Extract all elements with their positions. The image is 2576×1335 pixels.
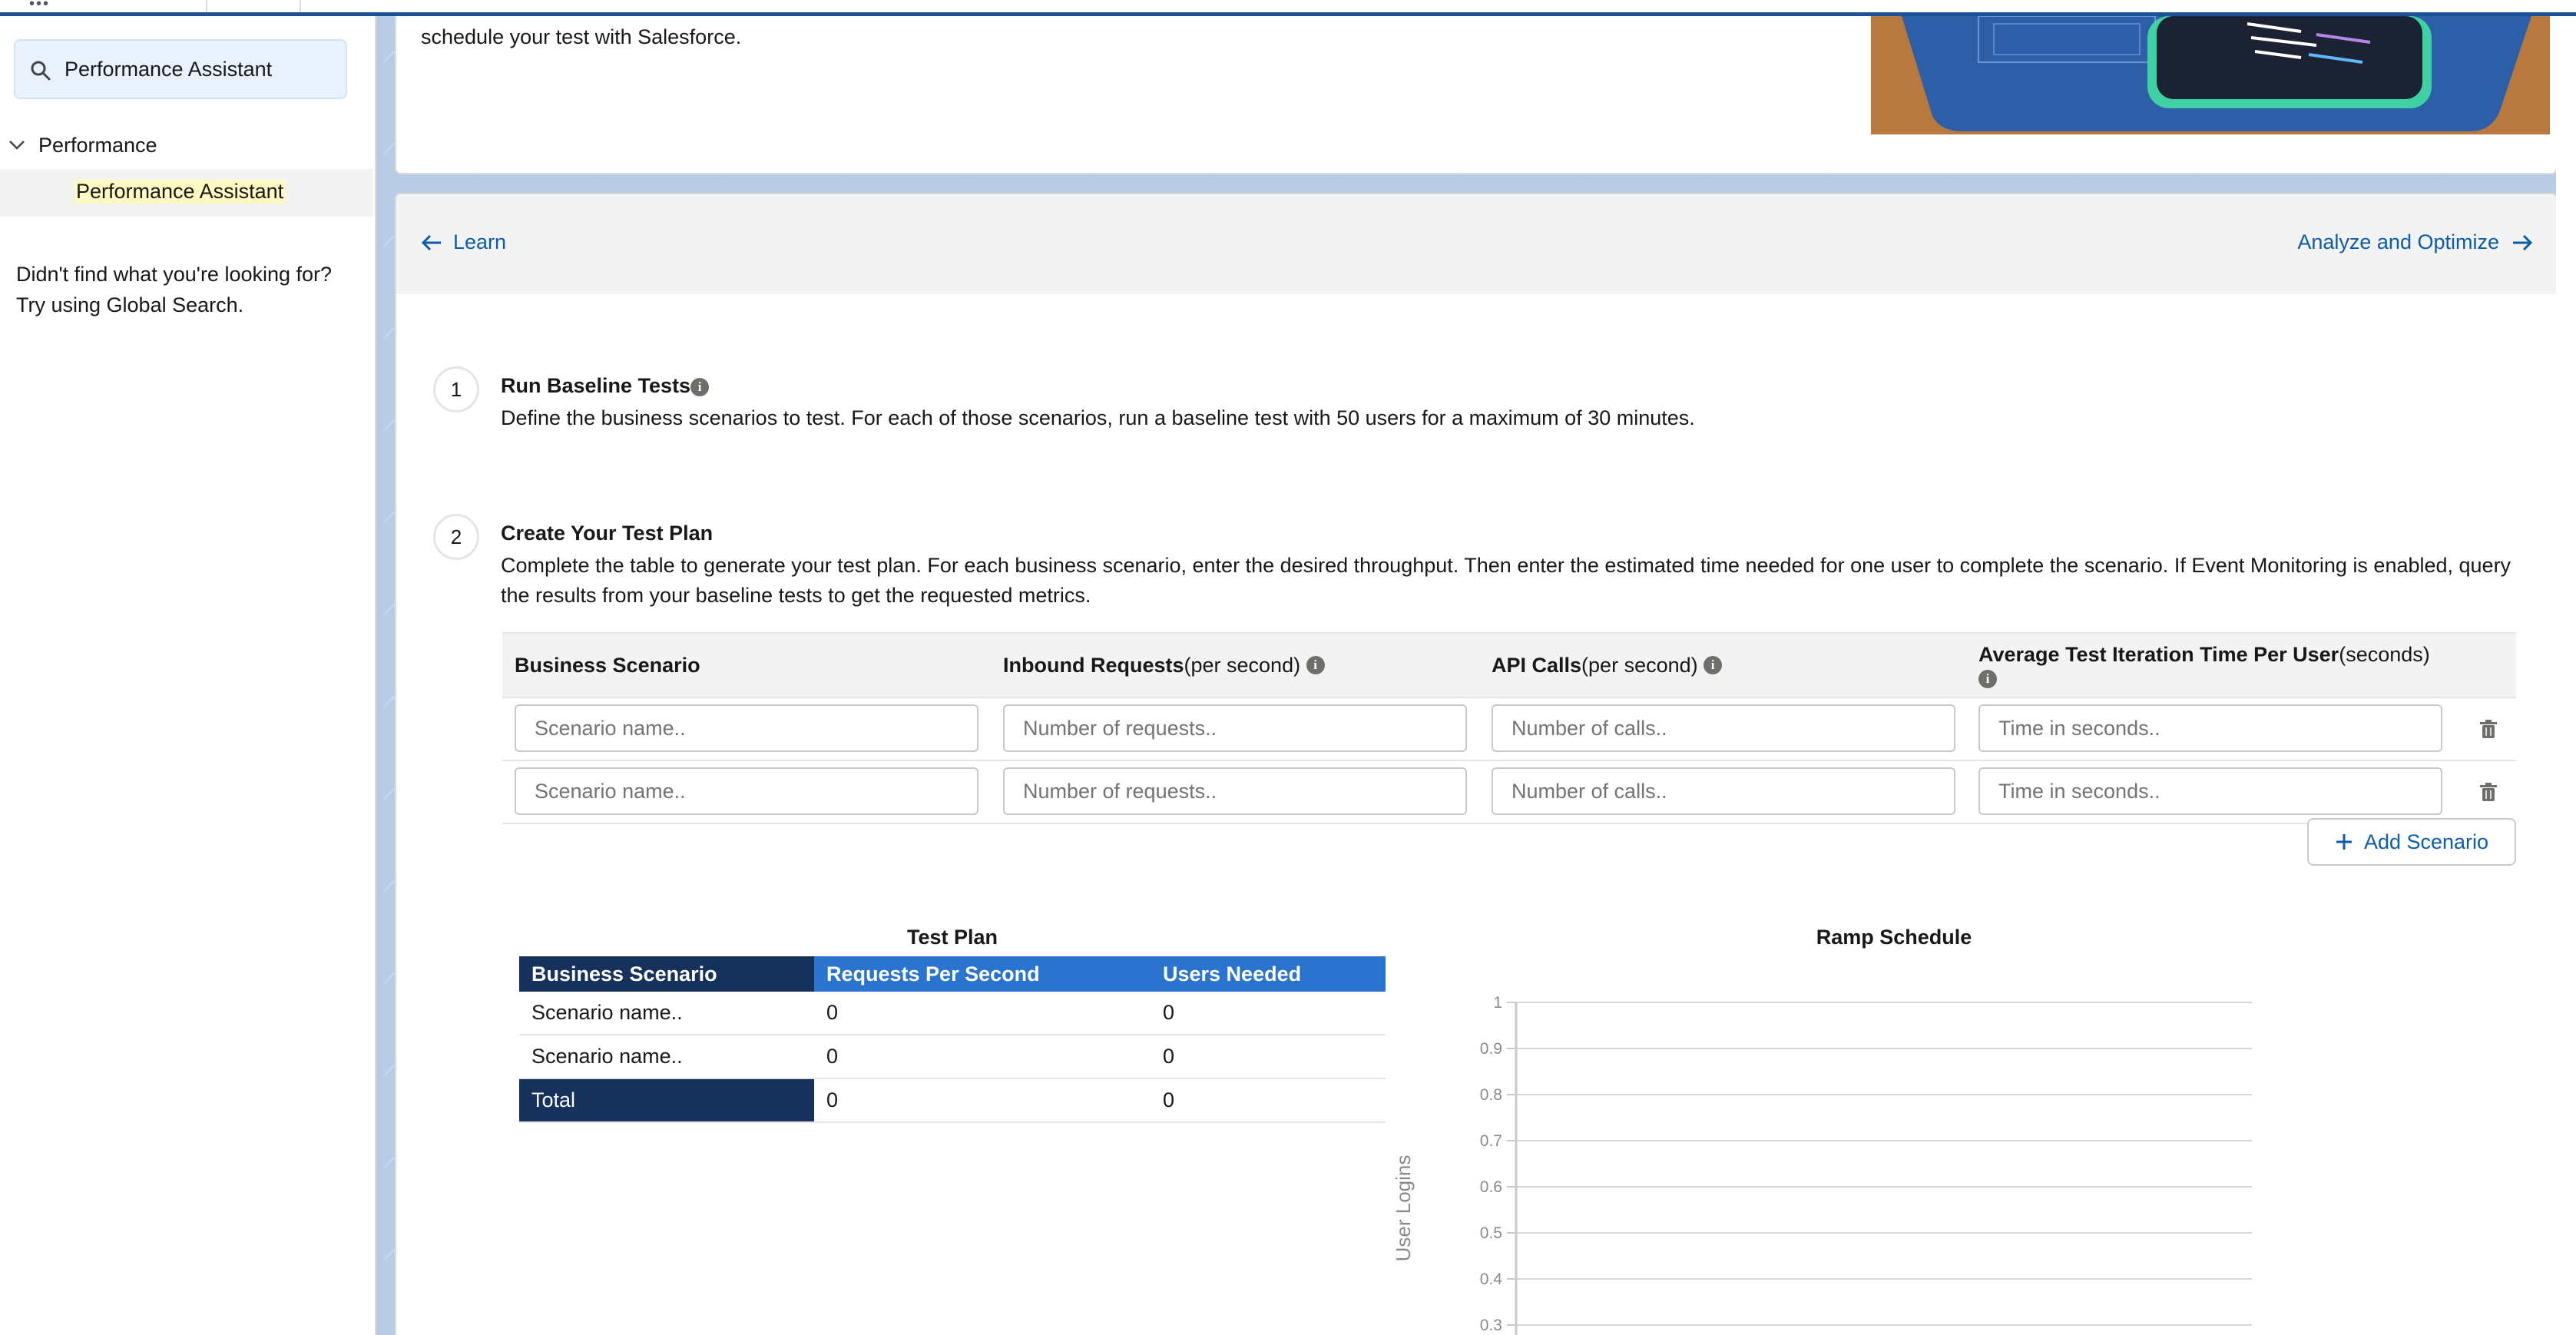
tree-item-performance[interactable]: Performance — [8, 130, 157, 161]
chevron-down-icon[interactable] — [8, 136, 26, 154]
y-tick-label: 0.3 — [1480, 1317, 1502, 1334]
delete-row-icon[interactable] — [2478, 781, 2499, 803]
cell-total-requests: 0 — [814, 1078, 1151, 1123]
header-business-scenario: Business Scenario — [515, 653, 700, 677]
cell-total-label: Total — [519, 1078, 814, 1123]
test-plan-table: Business Scenario Requests Per Second Us… — [519, 956, 1386, 1123]
ramp-schedule-title: Ramp Schedule — [1816, 926, 1972, 949]
add-scenario-label: Add Scenario — [2363, 830, 2489, 853]
tab-active[interactable] — [0, 0, 207, 12]
step-number: 1 — [433, 366, 479, 412]
hero-illustration — [1871, 16, 2550, 134]
scroll-gutter — [2556, 16, 2576, 1335]
table-row: Scenario name.. 0 0 — [519, 992, 1386, 1035]
iteration-time-input[interactable] — [1978, 767, 2442, 815]
table-row — [502, 760, 2516, 824]
steps-card: Learn Analyze and Optimize 1 Run Baselin… — [395, 193, 2558, 1335]
y-tick-label: 0.9 — [1480, 1040, 1502, 1058]
iteration-time-input[interactable] — [1978, 704, 2442, 752]
y-tick-label: 0.4 — [1480, 1270, 1503, 1288]
search-input[interactable]: Performance Assistant — [65, 58, 272, 81]
cell-total-users: 0 — [1151, 1078, 1386, 1123]
cell-requests: 0 — [814, 992, 1151, 1035]
info-icon[interactable]: i — [690, 377, 710, 396]
arrow-right-icon — [2513, 234, 2533, 250]
arrow-left-icon — [421, 234, 441, 250]
col-users-needed: Users Needed — [1151, 956, 1386, 992]
ramp-schedule-chart: User Logins 1 0.9 0.8 0.7 0.6 0.5 0.4 0.3 — [1395, 994, 2252, 1335]
y-tick-label: 0.7 — [1480, 1132, 1502, 1150]
cell-users: 0 — [1151, 992, 1386, 1035]
inbound-requests-input[interactable] — [1003, 704, 1467, 752]
delete-row-icon[interactable] — [2478, 718, 2499, 740]
path-navigation: Learn Analyze and Optimize — [396, 194, 2556, 294]
y-axis-label: User Logins — [1395, 1155, 1415, 1262]
y-tick-label: 0.5 — [1480, 1224, 1502, 1242]
step-title: Create Your Test Plan — [501, 522, 714, 545]
step-description: Define the business scenarios to test. F… — [501, 406, 1695, 429]
header-avg-iteration-time: Average Test Iteration Time Per User (se… — [1978, 634, 2470, 697]
cell-scenario: Scenario name.. — [519, 992, 814, 1035]
next-step-link[interactable]: Analyze and Optimize — [2297, 230, 2533, 254]
col-business-scenario: Business Scenario — [519, 956, 814, 992]
cell-requests: 0 — [814, 1035, 1151, 1079]
table-row — [502, 697, 2516, 761]
tree-item-label: Performance Assistant — [74, 180, 286, 204]
step-description: Complete the table to generate your test… — [501, 554, 2511, 607]
step-title: Run Baseline Tests i — [501, 374, 710, 398]
setup-sidebar: Performance Assistant Performance Perfor… — [0, 16, 376, 1335]
table-header: Business Scenario Inbound Requests (per … — [502, 632, 2516, 698]
cell-scenario: Scenario name.. — [519, 1035, 814, 1079]
intro-text: schedule your test with Salesforce. — [421, 25, 742, 48]
app-top-bar: ••• — [0, 0, 2576, 16]
intro-card: schedule your test with Salesforce. — [395, 16, 2558, 174]
header-api-calls: API Calls (per second) i — [1492, 634, 1723, 697]
tree-item-label: Performance — [38, 133, 157, 157]
info-icon[interactable]: i — [1978, 669, 1997, 688]
tab-secondary[interactable] — [207, 0, 301, 12]
test-plan-title: Test Plan — [906, 926, 998, 949]
scenario-name-input[interactable] — [515, 704, 978, 752]
previous-step-link[interactable]: Learn — [421, 230, 506, 254]
search-icon — [31, 61, 51, 81]
not-found-hint: Didn't find what you're looking for? Try… — [16, 263, 333, 316]
inbound-requests-input[interactable] — [1003, 767, 1467, 815]
y-tick-label: 0.8 — [1480, 1086, 1502, 1104]
step-title-text: Run Baseline Tests — [501, 374, 691, 397]
next-step-label: Analyze and Optimize — [2297, 230, 2499, 253]
table-header-row: Business Scenario Requests Per Second Us… — [519, 956, 1386, 992]
y-tick-label: 0.6 — [1480, 1178, 1502, 1196]
previous-step-label: Learn — [453, 230, 507, 253]
quick-find-search[interactable]: Performance Assistant — [14, 39, 347, 99]
scenario-name-input[interactable] — [515, 767, 978, 815]
total-row: Total 0 0 — [519, 1078, 1386, 1123]
api-calls-input[interactable] — [1492, 704, 1955, 752]
main-content: schedule your test with Salesforce. Lear… — [376, 16, 2576, 1335]
tree-item-performance-assistant[interactable]: Performance Assistant — [0, 169, 373, 217]
table-row: Scenario name.. 0 0 — [519, 1035, 1386, 1079]
add-scenario-button[interactable]: Add Scenario — [2307, 818, 2516, 866]
step-number: 2 — [433, 514, 479, 560]
plus-icon — [2336, 834, 2352, 850]
y-tick-label: 1 — [1493, 994, 1502, 1012]
cell-users: 0 — [1151, 1035, 1386, 1079]
api-calls-input[interactable] — [1492, 767, 1955, 815]
header-inbound-requests: Inbound Requests (per second) i — [1003, 634, 1325, 697]
col-requests-per-second: Requests Per Second — [814, 956, 1151, 992]
info-icon[interactable]: i — [1306, 656, 1325, 674]
info-icon[interactable]: i — [1704, 656, 1723, 674]
